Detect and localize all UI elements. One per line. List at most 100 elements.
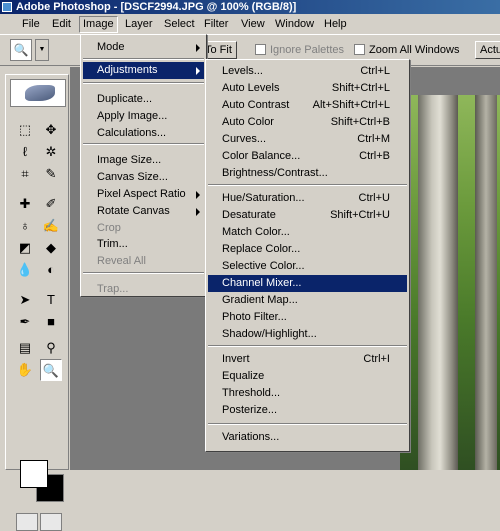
- menu-item-mode[interactable]: Mode: [83, 39, 204, 56]
- standard-mode-button[interactable]: [16, 513, 38, 531]
- menu-item-duplicate[interactable]: Duplicate...: [83, 91, 204, 108]
- menu-item-reveal-all[interactable]: Reveal All: [83, 253, 204, 270]
- eraser-icon[interactable]: ◩: [14, 237, 36, 259]
- marquee-icon[interactable]: ⬚: [14, 119, 36, 141]
- menu-item-shortcut: Ctrl+U: [358, 192, 390, 204]
- menu-item-shortcut: Shift+Ctrl+U: [330, 209, 390, 221]
- submenu-arrow-icon: [196, 191, 200, 199]
- tool-preset-picker[interactable]: 🔍: [10, 39, 32, 61]
- foreground-color-swatch[interactable]: [20, 460, 48, 488]
- menu-item-trap[interactable]: Trap...: [83, 281, 204, 298]
- menu-item-label: Match Color...: [222, 226, 290, 238]
- menu-help[interactable]: Help: [321, 17, 350, 32]
- menu-item-label: Mode: [97, 41, 125, 53]
- ignore-palettes-checkbox[interactable]: Ignore Palettes: [255, 43, 344, 57]
- menu-item-pixel-aspect-ratio[interactable]: Pixel Aspect Ratio: [83, 186, 204, 203]
- menu-item-gradient-map[interactable]: Gradient Map...: [208, 292, 407, 309]
- menu-item-match-color[interactable]: Match Color...: [208, 224, 407, 241]
- actual-pixels-button[interactable]: Actu: [475, 41, 500, 59]
- menu-window[interactable]: Window: [272, 17, 317, 32]
- menu-item-shortcut: Alt+Shift+Ctrl+L: [312, 99, 390, 111]
- crop-icon[interactable]: ⌗: [14, 163, 36, 185]
- brush-icon[interactable]: ✐: [40, 193, 62, 215]
- menu-item-label: Reveal All: [97, 255, 146, 267]
- menu-item-trim[interactable]: Trim...: [83, 236, 204, 253]
- zoom-all-windows-checkbox[interactable]: Zoom All Windows: [354, 43, 459, 57]
- move-icon[interactable]: ✥: [40, 119, 62, 141]
- menu-item-channel-mixer[interactable]: Channel Mixer...: [208, 275, 407, 292]
- menu-separator: [83, 82, 204, 84]
- menu-item-auto-levels[interactable]: Auto Levels Shift+Ctrl+L: [208, 80, 407, 97]
- notes-icon[interactable]: ▤: [14, 337, 36, 359]
- menu-item-desaturate[interactable]: Desaturate Shift+Ctrl+U: [208, 207, 407, 224]
- menu-item-shortcut: Ctrl+B: [359, 150, 390, 162]
- adjustments-submenu: Levels... Ctrl+L Auto Levels Shift+Ctrl+L Au…: [205, 59, 410, 452]
- slice-icon[interactable]: ✎: [40, 163, 62, 185]
- healing-brush-icon[interactable]: ✚: [14, 193, 36, 215]
- menu-item-image-size[interactable]: Image Size...: [83, 152, 204, 169]
- menu-item-color-balance[interactable]: Color Balance... Ctrl+B: [208, 148, 407, 165]
- clone-stamp-icon[interactable]: ♁: [14, 215, 36, 237]
- menu-layer[interactable]: Layer: [122, 17, 156, 32]
- menu-view[interactable]: View: [238, 17, 268, 32]
- path-selection-icon[interactable]: ➤: [14, 289, 36, 311]
- magic-wand-icon[interactable]: ✲: [40, 141, 62, 163]
- pen-icon[interactable]: ✒: [14, 311, 36, 333]
- menu-edit[interactable]: Edit: [49, 17, 74, 32]
- menu-image[interactable]: Image: [79, 16, 118, 33]
- blur-icon[interactable]: 💧: [14, 259, 36, 281]
- birch-trunk: [418, 95, 458, 470]
- menu-item-variations[interactable]: Variations...: [208, 429, 407, 446]
- menu-separator: [208, 345, 407, 347]
- toolbox-header-logo[interactable]: [10, 79, 66, 107]
- menu-item-rotate-canvas[interactable]: Rotate Canvas: [83, 203, 204, 220]
- menu-item-selective-color[interactable]: Selective Color...: [208, 258, 407, 275]
- menu-filter[interactable]: Filter: [201, 17, 231, 32]
- menu-item-replace-color[interactable]: Replace Color...: [208, 241, 407, 258]
- toolbox: ⬚ ✥ ℓ ✲ ⌗ ✎ ✚ ✐ ♁ ✍ ◩ ◆ 💧 ◐ ➤ T ✒ ■ ▤ ⚲ ✋ 🔍: [5, 74, 69, 531]
- menu-item-adjustments[interactable]: Adjustments: [83, 62, 204, 79]
- menu-item-posterize[interactable]: Posterize...: [208, 402, 407, 419]
- menu-item-brightness-contrast[interactable]: Brightness/Contrast...: [208, 165, 407, 182]
- menu-select[interactable]: Select: [161, 17, 198, 32]
- menu-item-shadow-highlight[interactable]: Shadow/Highlight...: [208, 326, 407, 343]
- menu-item-label: Trap...: [97, 283, 129, 295]
- history-brush-icon[interactable]: ✍: [40, 215, 62, 237]
- shape-icon[interactable]: ■: [40, 311, 62, 333]
- menu-item-label: Selective Color...: [222, 260, 305, 272]
- dodge-icon[interactable]: ◐: [40, 259, 62, 281]
- chevron-down-icon[interactable]: ▼: [35, 39, 49, 61]
- menu-item-invert[interactable]: Invert Ctrl+I: [208, 351, 407, 368]
- submenu-arrow-icon: [196, 44, 200, 52]
- menu-item-label: Curves...: [222, 133, 267, 145]
- menu-item-label: Gradient Map...: [222, 294, 298, 306]
- menu-item-label: Equalize: [222, 370, 265, 382]
- paint-bucket-icon[interactable]: ◆: [40, 237, 62, 259]
- menu-item-calculations[interactable]: Calculations...: [83, 125, 204, 142]
- menu-item-threshold[interactable]: Threshold...: [208, 385, 407, 402]
- menu-item-canvas-size[interactable]: Canvas Size...: [83, 169, 204, 186]
- menu-separator: [83, 143, 204, 145]
- quick-mask-mode-button[interactable]: [40, 513, 62, 531]
- menu-item-levels[interactable]: Levels... Ctrl+L: [208, 63, 407, 80]
- eyedropper-icon[interactable]: ⚲: [40, 337, 62, 359]
- photoshop-feather-icon: [25, 85, 55, 101]
- menu-item-label: Auto Levels: [222, 82, 280, 94]
- menu-item-crop[interactable]: Crop: [83, 220, 204, 237]
- menu-file[interactable]: File: [19, 17, 43, 32]
- zoom-icon[interactable]: 🔍: [40, 359, 62, 381]
- menu-item-apply-image[interactable]: Apply Image...: [83, 108, 204, 125]
- menu-item-auto-color[interactable]: Auto Color Shift+Ctrl+B: [208, 114, 407, 131]
- document-image[interactable]: [400, 95, 500, 470]
- menu-item-equalize[interactable]: Equalize: [208, 368, 407, 385]
- type-icon[interactable]: T: [40, 289, 62, 311]
- menu-item-photo-filter[interactable]: Photo Filter...: [208, 309, 407, 326]
- lasso-icon[interactable]: ℓ: [14, 141, 36, 163]
- menu-item-auto-contrast[interactable]: Auto Contrast Alt+Shift+Ctrl+L: [208, 97, 407, 114]
- menu-item-curves[interactable]: Curves... Ctrl+M: [208, 131, 407, 148]
- menu-item-hue-saturation[interactable]: Hue/Saturation... Ctrl+U: [208, 190, 407, 207]
- menu-item-label: Canvas Size...: [97, 171, 168, 183]
- zoom-all-windows-label: Zoom All Windows: [369, 44, 460, 56]
- menu-item-label: Adjustments: [97, 64, 158, 76]
- hand-icon[interactable]: ✋: [14, 359, 36, 381]
